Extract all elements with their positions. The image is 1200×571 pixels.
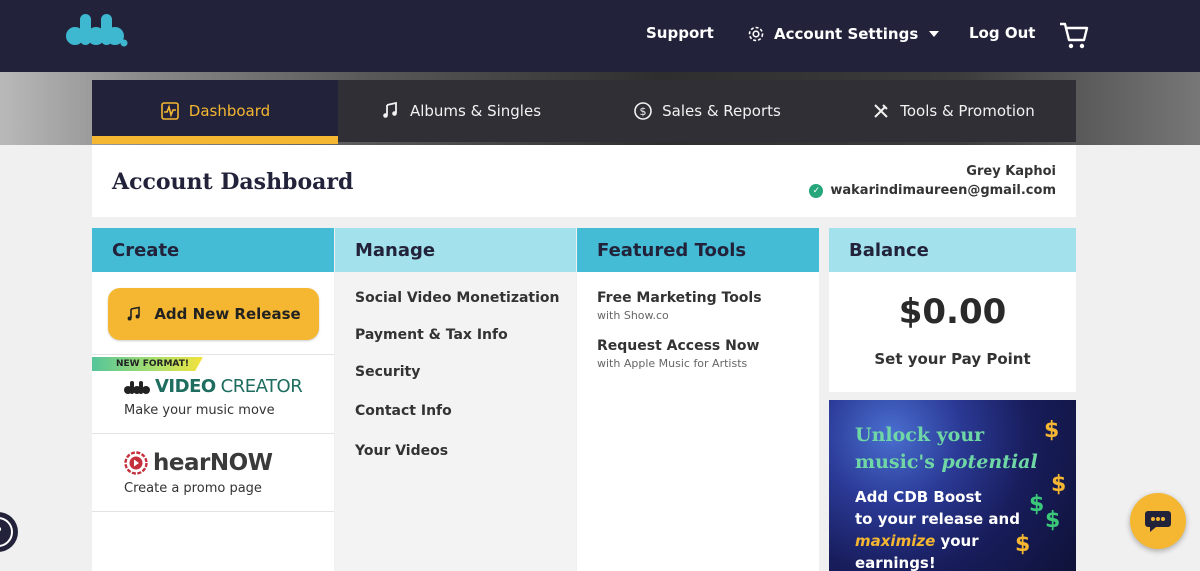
manage-panel: Manage Social Video Monetization Payment… bbox=[335, 228, 576, 571]
manage-link-social-video[interactable]: Social Video Monetization bbox=[355, 290, 560, 306]
verified-check-icon: ✓ bbox=[809, 183, 824, 198]
cart-icon[interactable] bbox=[1058, 20, 1090, 50]
promo-headline: Unlock your music's potential bbox=[855, 422, 1038, 476]
hearnow-link[interactable]: hearNOW bbox=[124, 450, 273, 476]
video-creator-subtitle: Make your music move bbox=[124, 403, 275, 418]
new-format-badge: NEW FORMAT! bbox=[92, 357, 203, 371]
manage-link-contact-info[interactable]: Contact Info bbox=[355, 403, 452, 419]
balance-amount: $0.00 bbox=[898, 292, 1007, 332]
divider bbox=[92, 511, 334, 512]
featured-link-request-access[interactable]: Request Access Now bbox=[597, 338, 759, 354]
promo-headline-line1: Unlock your bbox=[855, 424, 985, 446]
tab-sales-reports[interactable]: $ Sales & Reports bbox=[584, 80, 830, 142]
music-note-icon bbox=[127, 306, 141, 321]
manage-link-your-videos[interactable]: Your Videos bbox=[355, 443, 448, 459]
create-panel: Create Add New Release NEW FORMAT! VIDEO… bbox=[92, 228, 334, 571]
promo-line4: earnings! bbox=[855, 554, 936, 571]
chat-bubble-icon bbox=[1145, 511, 1171, 532]
top-navbar: Support Account Settings Log Out bbox=[0, 0, 1200, 72]
add-release-label: Add New Release bbox=[154, 305, 301, 323]
video-creator-word1: VIDEO bbox=[155, 376, 216, 397]
featured-link-marketing-tools[interactable]: Free Marketing Tools bbox=[597, 290, 762, 306]
promo-headline-line2b: potential bbox=[941, 451, 1038, 473]
help-question-icon: ? bbox=[0, 517, 13, 547]
support-link[interactable]: Support bbox=[646, 24, 714, 42]
balance-panel: Balance $0.00 Set your Pay Point $ $ $ $… bbox=[829, 228, 1076, 571]
video-creator-word2: CREATOR bbox=[220, 376, 303, 397]
music-notes-icon bbox=[383, 101, 397, 118]
divider bbox=[92, 433, 334, 434]
caret-down-icon bbox=[929, 31, 940, 37]
divider bbox=[92, 354, 334, 355]
hearnow-subtitle: Create a promo page bbox=[124, 481, 262, 496]
dollar-sign-icon: $ bbox=[1045, 508, 1061, 533]
tab-label: Albums & Singles bbox=[409, 102, 542, 120]
page-title: Account Dashboard bbox=[112, 169, 354, 195]
hearnow-play-icon bbox=[124, 451, 148, 475]
promo-body: Add CDB Boost to your release and maximi… bbox=[855, 486, 1020, 571]
svg-text:$: $ bbox=[640, 105, 647, 118]
balance-heading: Balance bbox=[829, 228, 1076, 272]
tab-label: Dashboard bbox=[188, 102, 271, 120]
create-heading: Create bbox=[92, 228, 334, 272]
featured-subtitle: with Apple Music for Artists bbox=[597, 357, 748, 370]
account-name: Grey Kaphoi bbox=[966, 164, 1056, 179]
balance-card: $0.00 Set your Pay Point bbox=[829, 272, 1076, 392]
promo-line3-rest: your bbox=[935, 532, 979, 550]
tab-tools-promotion[interactable]: Tools & Promotion bbox=[830, 80, 1076, 142]
promo-line1: Add CDB Boost bbox=[855, 488, 982, 506]
gear-icon bbox=[748, 26, 764, 42]
featured-heading: Featured Tools bbox=[577, 228, 819, 272]
add-new-release-button[interactable]: Add New Release bbox=[108, 288, 319, 340]
manage-link-payment-tax[interactable]: Payment & Tax Info bbox=[355, 327, 508, 343]
tab-albums-singles[interactable]: Albums & Singles bbox=[338, 80, 584, 142]
featured-subtitle: with Show.co bbox=[597, 309, 669, 322]
help-button[interactable]: ? bbox=[0, 512, 18, 552]
promo-line2: to your release and bbox=[855, 510, 1020, 528]
cdb-mini-logo-icon bbox=[124, 380, 150, 394]
hearnow-logo-text: hearNOW bbox=[153, 450, 273, 476]
svg-text:?: ? bbox=[0, 523, 2, 542]
dollar-sign-icon: $ bbox=[1029, 492, 1045, 517]
account-header: Account Dashboard Grey Kaphoi ✓ wakarind… bbox=[92, 145, 1076, 217]
manage-heading: Manage bbox=[335, 228, 576, 272]
tab-label: Sales & Reports bbox=[662, 102, 781, 120]
tab-label: Tools & Promotion bbox=[900, 102, 1035, 120]
account-settings-label: Account Settings bbox=[774, 25, 919, 43]
main-tabs: Dashboard Albums & Singles $ Sales & Rep… bbox=[92, 80, 1076, 144]
cdb-boost-promo-banner[interactable]: $ $ $ $ $ Unlock your music's potential … bbox=[829, 400, 1076, 571]
account-email-row: ✓ wakarindimaureen@gmail.com bbox=[809, 183, 1056, 198]
dollar-sign-icon: $ bbox=[1051, 472, 1067, 497]
chat-button[interactable] bbox=[1130, 493, 1186, 549]
set-pay-point-link[interactable]: Set your Pay Point bbox=[829, 350, 1076, 368]
tab-dashboard[interactable]: Dashboard bbox=[92, 80, 338, 144]
account-settings-menu[interactable]: Account Settings bbox=[746, 24, 942, 44]
promo-headline-line2a: music's bbox=[855, 451, 942, 473]
manage-link-security[interactable]: Security bbox=[355, 364, 420, 380]
account-email: wakarindimaureen@gmail.com bbox=[830, 183, 1056, 198]
cdb-logo[interactable] bbox=[66, 8, 128, 48]
pulse-icon bbox=[160, 102, 179, 120]
promo-line3-highlight: maximize bbox=[855, 532, 936, 550]
dollar-circle-icon: $ bbox=[634, 102, 652, 120]
featured-tools-panel: Featured Tools Free Marketing Tools with… bbox=[577, 228, 819, 571]
logout-link[interactable]: Log Out bbox=[969, 24, 1035, 42]
tools-icon bbox=[874, 104, 888, 118]
dollar-sign-icon: $ bbox=[1044, 418, 1060, 443]
video-creator-link[interactable]: VIDEO CREATOR bbox=[124, 376, 303, 397]
